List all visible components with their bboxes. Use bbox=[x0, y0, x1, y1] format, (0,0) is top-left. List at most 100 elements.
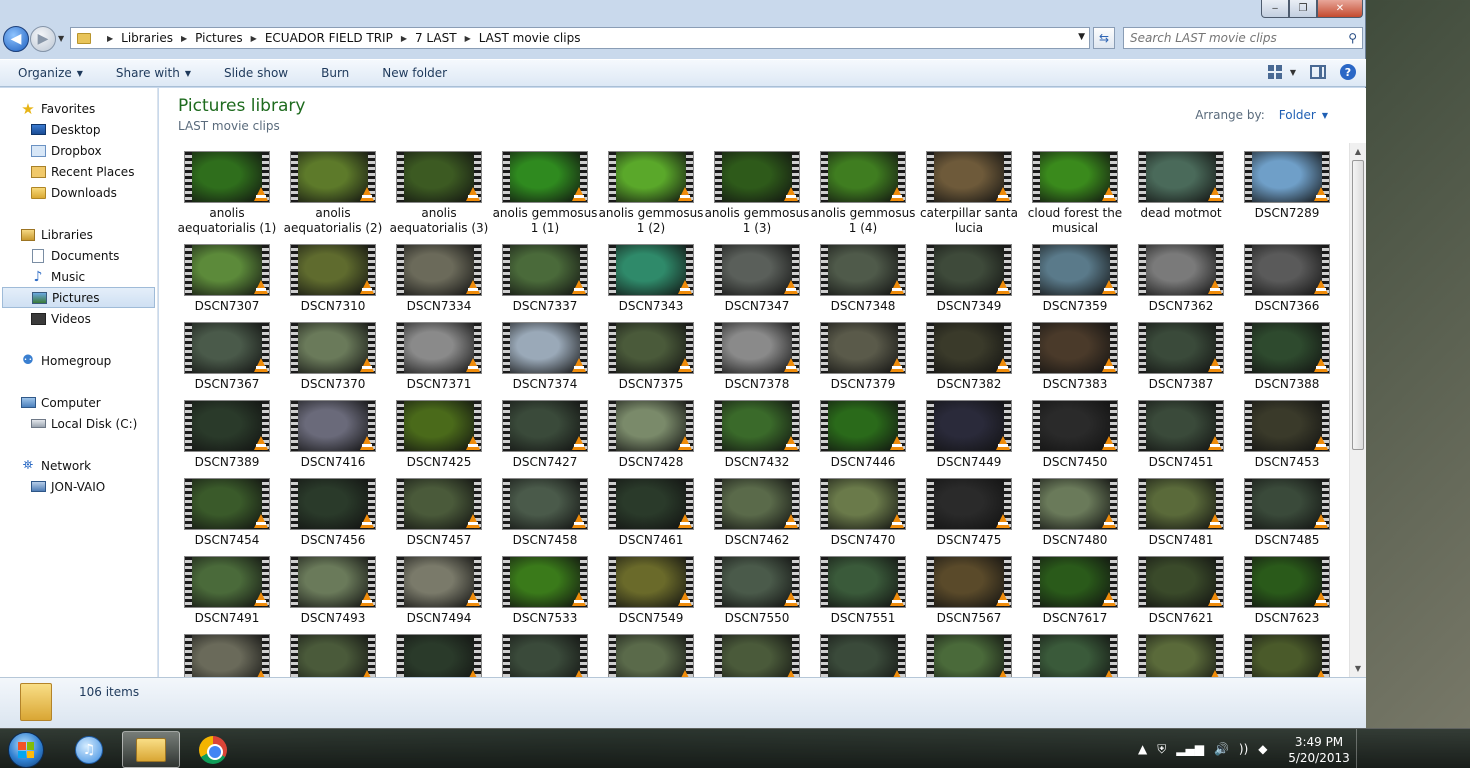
file-item[interactable]: DSCN7379 bbox=[810, 322, 916, 392]
file-item[interactable]: DSCN7307 bbox=[174, 244, 280, 314]
nav-homegroup[interactable]: ⚉ Homegroup bbox=[0, 350, 157, 371]
file-item[interactable]: dead motmot bbox=[1128, 151, 1234, 221]
refresh-button[interactable]: ⇆ bbox=[1093, 27, 1115, 49]
file-item[interactable]: DSCN7416 bbox=[280, 400, 386, 470]
file-item[interactable]: DSCN7446 bbox=[810, 400, 916, 470]
organize-button[interactable]: Organize ▼ bbox=[0, 66, 98, 80]
file-item[interactable]: DSCN7550 bbox=[704, 556, 810, 626]
file-item[interactable]: anolis gemmosus 1 (4) bbox=[810, 151, 916, 236]
file-item[interactable]: DSCN7450 bbox=[1022, 400, 1128, 470]
file-item[interactable]: DSCN7457 bbox=[386, 478, 492, 548]
file-item[interactable]: DSCN7427 bbox=[492, 400, 598, 470]
file-item[interactable]: DSCN7374 bbox=[492, 322, 598, 392]
nav-network[interactable]: ⛯ Network bbox=[0, 455, 157, 476]
nav-local-disk[interactable]: Local Disk (C:) bbox=[0, 413, 157, 434]
file-item[interactable]: DSCN7617 bbox=[1022, 556, 1128, 626]
file-item[interactable]: cloud forest the musical bbox=[1022, 151, 1128, 236]
file-item[interactable] bbox=[280, 634, 386, 677]
file-item[interactable]: DSCN7456 bbox=[280, 478, 386, 548]
help-icon[interactable]: ? bbox=[1340, 64, 1356, 80]
vertical-scrollbar[interactable]: ▲ ▼ bbox=[1349, 143, 1366, 677]
file-item[interactable] bbox=[1128, 634, 1234, 677]
file-item[interactable] bbox=[1234, 634, 1340, 677]
file-item[interactable]: DSCN7382 bbox=[916, 322, 1022, 392]
scroll-up-button[interactable]: ▲ bbox=[1350, 143, 1366, 160]
start-button[interactable] bbox=[8, 732, 44, 768]
file-item[interactable]: DSCN7493 bbox=[280, 556, 386, 626]
arrange-dropdown[interactable]: Folder bbox=[1279, 108, 1316, 122]
nav-downloads[interactable]: Downloads bbox=[0, 182, 157, 203]
nav-jon-vaio[interactable]: JON-VAIO bbox=[0, 476, 157, 497]
scroll-down-button[interactable]: ▼ bbox=[1350, 660, 1366, 677]
new-folder-button[interactable]: New folder bbox=[364, 66, 462, 80]
share-with-button[interactable]: Share with ▼ bbox=[98, 66, 206, 80]
file-item[interactable]: DSCN7310 bbox=[280, 244, 386, 314]
file-item[interactable]: DSCN7567 bbox=[916, 556, 1022, 626]
file-item[interactable]: anolis gemmosus 1 (3) bbox=[704, 151, 810, 236]
file-item[interactable]: DSCN7432 bbox=[704, 400, 810, 470]
nav-videos[interactable]: Videos bbox=[0, 308, 157, 329]
file-item[interactable] bbox=[386, 634, 492, 677]
nav-pictures[interactable]: Pictures bbox=[2, 287, 155, 308]
file-item[interactable]: DSCN7623 bbox=[1234, 556, 1340, 626]
file-item[interactable]: DSCN7449 bbox=[916, 400, 1022, 470]
file-item[interactable]: DSCN7337 bbox=[492, 244, 598, 314]
recent-pages-dropdown[interactable]: ▼ bbox=[58, 34, 64, 43]
burn-button[interactable]: Burn bbox=[303, 66, 364, 80]
wifi-icon[interactable]: )) bbox=[1239, 742, 1248, 756]
slide-show-button[interactable]: Slide show bbox=[206, 66, 303, 80]
address-history-dropdown[interactable]: ▼ bbox=[1078, 32, 1085, 42]
file-item[interactable]: DSCN7485 bbox=[1234, 478, 1340, 548]
forward-button[interactable]: ▶ bbox=[30, 26, 56, 52]
breadcrumb-separator[interactable]: ▶ bbox=[243, 34, 265, 43]
file-item[interactable]: anolis gemmosus 1 (2) bbox=[598, 151, 704, 236]
file-item[interactable]: DSCN7453 bbox=[1234, 400, 1340, 470]
file-item[interactable]: DSCN7491 bbox=[174, 556, 280, 626]
nav-documents[interactable]: Documents bbox=[0, 245, 157, 266]
nav-dropbox[interactable]: Dropbox bbox=[0, 140, 157, 161]
security-icon[interactable]: ⛨ bbox=[1157, 742, 1166, 757]
file-item[interactable]: DSCN7475 bbox=[916, 478, 1022, 548]
show-desktop-button[interactable] bbox=[1356, 729, 1366, 768]
clock[interactable]: 3:49 PM 5/20/2013 bbox=[1284, 734, 1354, 766]
preview-pane-icon[interactable] bbox=[1310, 65, 1326, 79]
file-item[interactable]: DSCN7334 bbox=[386, 244, 492, 314]
file-item[interactable]: DSCN7481 bbox=[1128, 478, 1234, 548]
file-item[interactable]: DSCN7458 bbox=[492, 478, 598, 548]
file-item[interactable]: anolis aequatorialis (2) bbox=[280, 151, 386, 236]
file-item[interactable]: DSCN7549 bbox=[598, 556, 704, 626]
search-input[interactable] bbox=[1124, 31, 1334, 45]
file-item[interactable]: DSCN7462 bbox=[704, 478, 810, 548]
nav-desktop[interactable]: Desktop bbox=[0, 119, 157, 140]
file-item[interactable]: anolis aequatorialis (3) bbox=[386, 151, 492, 236]
file-item[interactable]: DSCN7454 bbox=[174, 478, 280, 548]
file-item[interactable]: DSCN7387 bbox=[1128, 322, 1234, 392]
file-item[interactable]: DSCN7371 bbox=[386, 322, 492, 392]
file-item[interactable]: DSCN7621 bbox=[1128, 556, 1234, 626]
file-item[interactable]: DSCN7349 bbox=[916, 244, 1022, 314]
file-item[interactable]: DSCN7428 bbox=[598, 400, 704, 470]
file-item[interactable]: DSCN7470 bbox=[810, 478, 916, 548]
file-item[interactable]: DSCN7389 bbox=[174, 400, 280, 470]
file-item[interactable]: DSCN7359 bbox=[1022, 244, 1128, 314]
volume-icon[interactable]: 🔊 bbox=[1214, 742, 1229, 756]
breadcrumb-item[interactable]: 7 LAST bbox=[415, 31, 457, 45]
file-item[interactable] bbox=[174, 634, 280, 677]
nav-favorites[interactable]: ★ Favorites bbox=[0, 98, 157, 119]
file-item[interactable]: DSCN7494 bbox=[386, 556, 492, 626]
file-item[interactable]: DSCN7378 bbox=[704, 322, 810, 392]
breadcrumb-item[interactable]: LAST movie clips bbox=[479, 31, 581, 45]
file-item[interactable]: anolis aequatorialis (1) bbox=[174, 151, 280, 236]
file-item[interactable] bbox=[1022, 634, 1128, 677]
breadcrumb-separator[interactable]: ▶ bbox=[457, 34, 479, 43]
taskbar-explorer[interactable] bbox=[122, 731, 180, 768]
maximize-button[interactable]: ❐ bbox=[1289, 0, 1317, 18]
taskbar-chrome[interactable] bbox=[184, 731, 242, 768]
breadcrumb-separator[interactable]: ▶ bbox=[173, 34, 195, 43]
file-item[interactable] bbox=[598, 634, 704, 677]
file-item[interactable]: DSCN7362 bbox=[1128, 244, 1234, 314]
file-item[interactable]: DSCN7367 bbox=[174, 322, 280, 392]
breadcrumb-item[interactable]: ECUADOR FIELD TRIP bbox=[265, 31, 393, 45]
file-item[interactable]: DSCN7551 bbox=[810, 556, 916, 626]
file-item[interactable]: DSCN7383 bbox=[1022, 322, 1128, 392]
